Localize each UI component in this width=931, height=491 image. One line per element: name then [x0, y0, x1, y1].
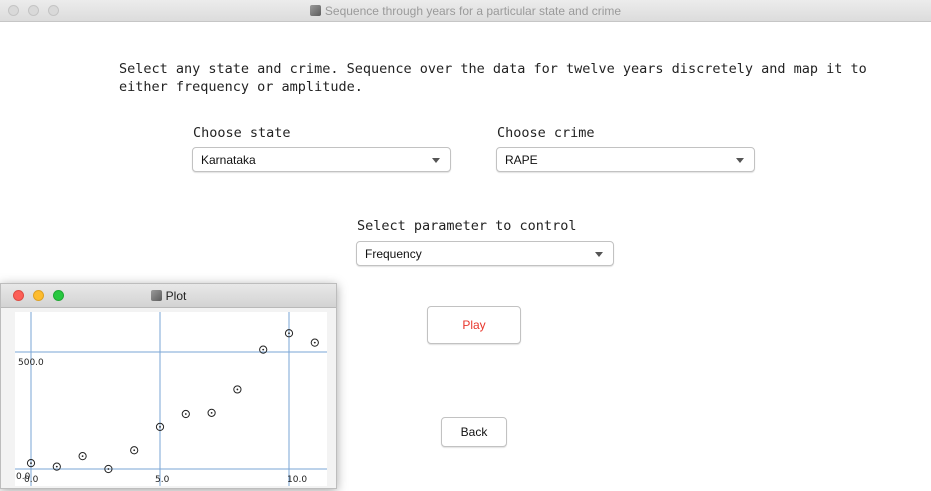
state-select-value: Karnataka: [201, 153, 256, 167]
chevron-down-icon: [736, 158, 744, 163]
chevron-down-icon: [595, 252, 603, 257]
data-point-center: [288, 332, 290, 335]
data-point-center: [55, 465, 58, 468]
play-button[interactable]: Play: [427, 306, 521, 344]
plot-window-titlebar: Plot: [1, 284, 336, 308]
back-button[interactable]: Back: [441, 417, 507, 447]
crime-label: Choose crime: [497, 125, 595, 141]
state-label: Choose state: [193, 125, 291, 141]
y-tick-label: 0.0: [16, 472, 31, 482]
x-tick-label: 5.0: [155, 475, 170, 485]
crime-select[interactable]: RAPE: [496, 147, 755, 172]
plot-window: Plot 0.0 5.0 10.0 0.0 500.0: [0, 283, 337, 489]
data-point-center: [210, 411, 213, 414]
parameter-label: Select parameter to control: [357, 218, 577, 234]
data-point-center: [236, 388, 239, 391]
main-window-titlebar: Sequence through years for a particular …: [0, 0, 931, 22]
data-point-center: [107, 468, 110, 470]
parameter-select[interactable]: Frequency: [356, 241, 614, 266]
app-icon: [150, 290, 162, 301]
data-point-center: [313, 341, 316, 344]
x-tick-label: 10.0: [287, 475, 307, 485]
state-select[interactable]: Karnataka: [192, 147, 451, 172]
plot-area: 0.0 5.0 10.0 0.0 500.0: [15, 312, 327, 486]
scatter-chart: 0.0 5.0 10.00.0500.0: [15, 312, 327, 486]
data-point-center: [133, 449, 136, 452]
app-icon: [309, 5, 321, 16]
data-point-center: [30, 462, 32, 465]
plot-title: Plot: [165, 289, 187, 303]
chevron-down-icon: [432, 158, 440, 163]
data-point-center: [262, 348, 265, 351]
window-title-container: Sequence through years for a particular …: [0, 4, 931, 18]
data-point-center: [81, 455, 84, 458]
data-point-center: [184, 413, 187, 415]
window-title: Sequence through years for a particular …: [324, 4, 622, 18]
instructions-text: Select any state and crime. Sequence ove…: [119, 61, 867, 95]
plot-title-container: Plot: [1, 289, 336, 303]
parameter-select-value: Frequency: [365, 247, 422, 261]
crime-select-value: RAPE: [505, 153, 538, 167]
data-point-center: [159, 425, 161, 428]
y-tick-label: 500.0: [18, 358, 44, 368]
